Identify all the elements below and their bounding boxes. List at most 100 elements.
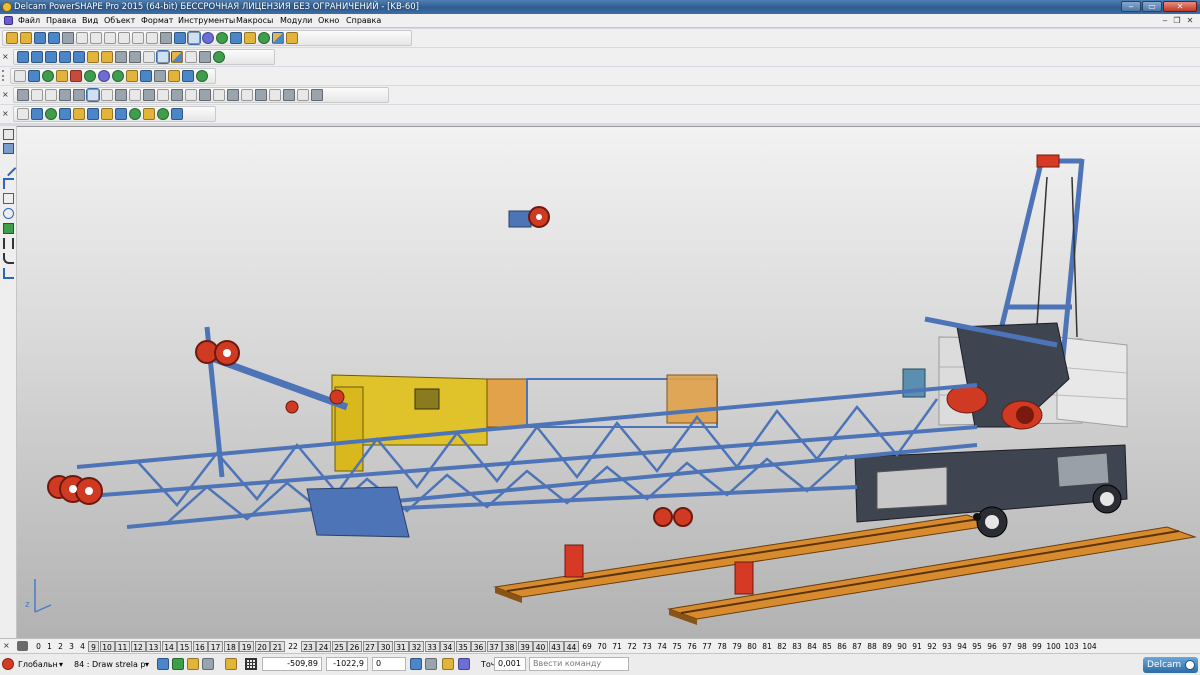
level-dropdown-icon[interactable]: ▾ (145, 659, 149, 670)
solid-history-icon[interactable] (171, 108, 183, 120)
workplane-status-icon[interactable] (2, 658, 14, 670)
surface-split-icon[interactable] (213, 89, 225, 101)
level-item-95[interactable]: 95 (970, 641, 985, 652)
surface-fillet-icon[interactable] (129, 89, 141, 101)
level-item-13[interactable]: 13 (146, 641, 161, 652)
level-item-73[interactable]: 73 (640, 641, 655, 652)
view-iso-icon[interactable] (45, 51, 57, 63)
level-item-20[interactable]: 20 (254, 641, 270, 652)
level-item-39[interactable]: 39 (517, 641, 533, 652)
level-item-16[interactable]: 16 (192, 641, 208, 652)
solid-sphere-icon[interactable] (17, 108, 29, 120)
toolmaker-icon[interactable] (196, 70, 208, 82)
level-item-32[interactable]: 32 (409, 641, 424, 652)
surface-spin-icon[interactable] (115, 89, 127, 101)
open-file-icon[interactable] (20, 32, 32, 44)
surface-network-icon[interactable] (255, 89, 267, 101)
wizard-icon[interactable] (286, 32, 298, 44)
level-manager-icon[interactable] (17, 641, 28, 651)
level-item-87[interactable]: 87 (850, 641, 865, 652)
level-item-100[interactable]: 100 (1045, 641, 1063, 652)
new-file-icon[interactable] (6, 32, 18, 44)
level-item-97[interactable]: 97 (1000, 641, 1015, 652)
circle-icon[interactable] (202, 32, 214, 44)
minimize-button[interactable]: ‒ (1121, 1, 1141, 12)
command-input[interactable]: Ввести команду (529, 657, 629, 671)
arrow-icon[interactable] (112, 70, 124, 82)
circle-tool-icon[interactable] (3, 208, 14, 219)
sketch-icon[interactable] (230, 32, 242, 44)
level-item-17[interactable]: 17 (208, 641, 223, 652)
level-item-2[interactable]: 2 (55, 641, 66, 652)
level-item-86[interactable]: 86 (835, 641, 850, 652)
graphics-viewport[interactable]: z (17, 126, 1200, 638)
solid-extrude-icon[interactable] (59, 108, 71, 120)
level-item-11[interactable]: 11 (115, 641, 130, 652)
level-item-15[interactable]: 15 (177, 641, 192, 652)
principal-plane-icon[interactable] (187, 658, 199, 670)
level-item-21[interactable]: 21 (270, 641, 285, 652)
level-item-79[interactable]: 79 (730, 641, 745, 652)
workplane-icon[interactable] (3, 268, 14, 279)
level-item-35[interactable]: 35 (455, 641, 471, 652)
zoom-in-icon[interactable] (87, 51, 99, 63)
level-item-93[interactable]: 93 (940, 641, 955, 652)
level-item-12[interactable]: 12 (130, 641, 146, 652)
level-item-83[interactable]: 83 (790, 641, 805, 652)
coord-dropdown-icon[interactable]: ▾ (59, 659, 63, 670)
multiline-icon[interactable] (3, 178, 14, 189)
surface-extend-icon[interactable] (185, 89, 197, 101)
level-item-76[interactable]: 76 (685, 641, 700, 652)
surface-cone-icon[interactable] (73, 89, 85, 101)
toolbar-view-close-icon[interactable]: × (2, 52, 9, 61)
level-item-40[interactable]: 40 (533, 641, 548, 652)
select-arrow-icon[interactable] (3, 129, 14, 140)
line-icon[interactable] (0, 160, 17, 177)
surface-morph-icon[interactable] (269, 89, 281, 101)
level-item-89[interactable]: 89 (880, 641, 895, 652)
solid-boolean-icon[interactable] (87, 108, 99, 120)
electrode-icon[interactable] (168, 70, 180, 82)
solid-pocket-icon[interactable] (157, 108, 169, 120)
quick-select-icon[interactable] (187, 31, 201, 45)
position-icon[interactable] (410, 658, 422, 670)
wireframe-icon[interactable] (171, 51, 183, 63)
level-item-78[interactable]: 78 (715, 641, 730, 652)
grid-snap-icon[interactable] (225, 658, 237, 670)
level-item-22[interactable]: 22 (286, 641, 301, 652)
level-item-69[interactable]: 69 (580, 641, 595, 652)
level-item-82[interactable]: 82 (775, 641, 790, 652)
level-item-75[interactable]: 75 (670, 641, 685, 652)
toolbar-solids-close-icon[interactable]: × (2, 109, 9, 118)
surface-block-icon[interactable] (31, 89, 43, 101)
z-coordinate-field[interactable]: 0 (372, 657, 406, 671)
surface-limit-icon[interactable] (227, 89, 239, 101)
view-rotate-icon[interactable] (73, 51, 85, 63)
menu-help[interactable]: Справка (346, 16, 381, 26)
level-item-24[interactable]: 24 (316, 641, 331, 652)
document-icon-2[interactable] (14, 70, 26, 82)
level-item-96[interactable]: 96 (985, 641, 1000, 652)
zoom-box-icon[interactable] (129, 51, 141, 63)
surface-edit-icon[interactable] (283, 89, 295, 101)
menu-format[interactable]: Формат (141, 16, 173, 26)
assembly-icon[interactable] (140, 70, 152, 82)
level-item-77[interactable]: 77 (700, 641, 715, 652)
level-bar-close-icon[interactable]: × (3, 641, 10, 650)
menu-window[interactable]: Окно (318, 16, 339, 26)
mould-icon[interactable] (182, 70, 194, 82)
import-icon[interactable] (34, 32, 46, 44)
surface-extrude-icon[interactable] (101, 89, 113, 101)
level-item-33[interactable]: 33 (424, 641, 440, 652)
level-item-74[interactable]: 74 (655, 641, 670, 652)
curve-icon[interactable] (216, 32, 228, 44)
view-front-icon[interactable] (31, 51, 43, 63)
surface-blend-icon[interactable] (143, 89, 155, 101)
menu-edit[interactable]: Правка (46, 16, 76, 26)
model-icon[interactable] (28, 70, 40, 82)
solid-boss-icon[interactable] (143, 108, 155, 120)
solid-tool-icon[interactable] (3, 223, 14, 234)
smart-cursor-icon[interactable] (172, 658, 184, 670)
level-item-84[interactable]: 84 (805, 641, 820, 652)
surface-analyse-icon[interactable] (311, 89, 323, 101)
